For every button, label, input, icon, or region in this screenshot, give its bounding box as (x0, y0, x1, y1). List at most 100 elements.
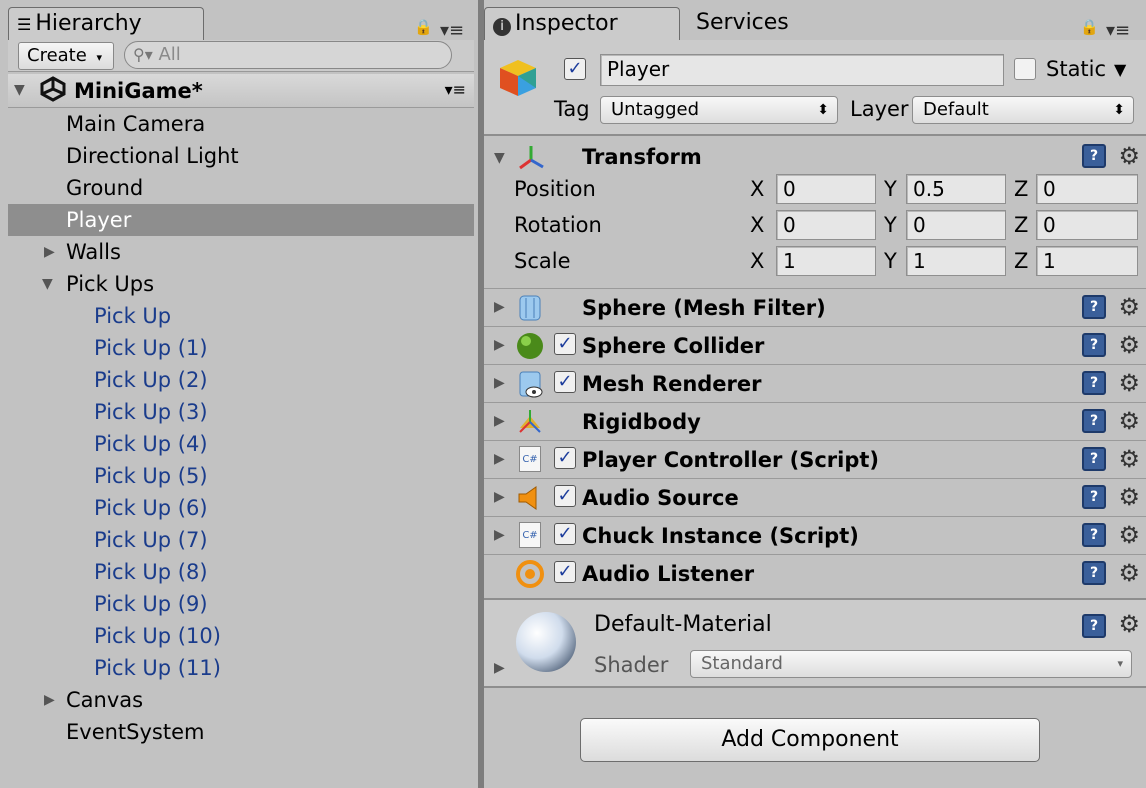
component-player-controller[interactable]: ▶ C# ✓ Player Controller (Script) ? ⚙ (484, 440, 1146, 478)
list-item[interactable]: ▼ Pick Ups (8, 268, 474, 300)
help-icon[interactable]: ? (1082, 144, 1106, 168)
list-item-label: Pick Up (5) (94, 464, 208, 488)
gear-icon[interactable]: ⚙ (1118, 144, 1140, 168)
panel-menu-icon[interactable]: ▾≡ (1106, 20, 1130, 41)
help-icon[interactable]: ? (1082, 409, 1106, 433)
help-icon[interactable]: ? (1082, 295, 1106, 319)
add-component-button[interactable]: Add Component (580, 718, 1040, 762)
scale-x-field[interactable]: 1 (776, 246, 876, 276)
search-placeholder: All (158, 44, 181, 65)
help-icon[interactable]: ? (1082, 333, 1106, 357)
scene-row[interactable]: ▼ MiniGame* ▾≡ (8, 74, 474, 108)
scene-menu-icon[interactable]: ▾≡ (445, 80, 466, 99)
enabled-checkbox[interactable]: ✓ (554, 333, 576, 355)
expand-arrow-icon[interactable]: ▶ (494, 299, 505, 315)
lock-icon[interactable]: 🔒 (1080, 18, 1099, 36)
gear-icon[interactable]: ⚙ (1118, 409, 1140, 433)
expand-arrow-icon[interactable]: ▶ (494, 337, 505, 353)
help-icon[interactable]: ? (1082, 614, 1106, 638)
list-item[interactable]: Pick Up (10) (8, 620, 474, 652)
lock-icon[interactable]: 🔒 (414, 18, 433, 36)
help-icon[interactable]: ? (1082, 371, 1106, 395)
rotation-y-field[interactable]: 0 (906, 210, 1006, 240)
rotation-x-field[interactable]: 0 (776, 210, 876, 240)
active-checkbox[interactable]: ✓ (564, 58, 586, 80)
expand-arrow-icon[interactable]: ▶ (44, 236, 55, 268)
collapse-arrow-icon[interactable]: ▼ (42, 268, 53, 300)
component-rigidbody[interactable]: ▶ Rigidbody ? ⚙ (484, 402, 1146, 440)
help-icon[interactable]: ? (1082, 561, 1106, 585)
component-mesh-filter[interactable]: ▶ Sphere (Mesh Filter) ? ⚙ (484, 288, 1146, 326)
component-audio-source[interactable]: ▶ ✓ Audio Source ? ⚙ (484, 478, 1146, 516)
component-mesh-renderer[interactable]: ▶ ✓ Mesh Renderer ? ⚙ (484, 364, 1146, 402)
list-item[interactable]: Pick Up (7) (8, 524, 474, 556)
gear-icon[interactable]: ⚙ (1118, 295, 1140, 319)
gear-icon[interactable]: ⚙ (1118, 333, 1140, 357)
list-item[interactable]: EventSystem (8, 716, 474, 748)
expand-arrow-icon[interactable]: ▶ (44, 684, 55, 716)
scale-z-field[interactable]: 1 (1036, 246, 1138, 276)
enabled-checkbox[interactable]: ✓ (554, 447, 576, 469)
list-item[interactable]: Pick Up (2) (8, 364, 474, 396)
shader-dropdown[interactable]: Standard ▾ (690, 650, 1132, 678)
static-checkbox[interactable] (1014, 58, 1036, 80)
list-item[interactable]: Pick Up (5) (8, 460, 474, 492)
list-item[interactable]: Pick Up (8, 300, 474, 332)
list-item[interactable]: ▶ Canvas (8, 684, 474, 716)
panel-menu-icon[interactable]: ▾≡ (440, 20, 464, 41)
help-icon[interactable]: ? (1082, 523, 1106, 547)
gear-icon[interactable]: ⚙ (1118, 485, 1140, 509)
position-y-field[interactable]: 0.5 (906, 174, 1006, 204)
expand-arrow-icon[interactable]: ▼ (14, 82, 25, 98)
gear-icon[interactable]: ⚙ (1118, 371, 1140, 395)
component-sphere-collider[interactable]: ▶ ✓ Sphere Collider ? ⚙ (484, 326, 1146, 364)
tab-services[interactable]: Services (688, 7, 818, 41)
help-icon[interactable]: ? (1082, 447, 1106, 471)
enabled-checkbox[interactable]: ✓ (554, 371, 576, 393)
expand-arrow-icon[interactable]: ▶ (494, 375, 505, 391)
rotation-z-field[interactable]: 0 (1036, 210, 1138, 240)
position-x-field[interactable]: 0 (776, 174, 876, 204)
help-icon[interactable]: ? (1082, 485, 1106, 509)
list-item[interactable]: Pick Up (11) (8, 652, 474, 684)
scale-y-field[interactable]: 1 (906, 246, 1006, 276)
position-z-value: 0 (1043, 177, 1056, 201)
component-audio-listener[interactable]: ✓ Audio Listener ? ⚙ (484, 554, 1146, 598)
create-button[interactable]: Create ▾ (18, 42, 114, 70)
static-dropdown-icon[interactable]: ▼ (1114, 60, 1126, 79)
list-item[interactable]: Ground (8, 172, 474, 204)
object-name-field[interactable]: Player (600, 54, 1004, 86)
list-item[interactable]: ▶ Walls (8, 236, 474, 268)
list-item[interactable]: Pick Up (3) (8, 396, 474, 428)
enabled-checkbox[interactable]: ✓ (554, 561, 576, 583)
expand-arrow-icon[interactable]: ▶ (494, 527, 505, 543)
tab-inspector[interactable]: i Inspector (484, 7, 680, 41)
gear-icon[interactable]: ⚙ (1118, 612, 1140, 636)
position-z-field[interactable]: 0 (1036, 174, 1138, 204)
collapse-arrow-icon[interactable]: ▼ (494, 150, 505, 166)
list-item[interactable]: Main Camera (8, 108, 474, 140)
list-item-selected[interactable]: Player (8, 204, 474, 236)
tag-dropdown[interactable]: Untagged ⬍ (600, 96, 838, 124)
gear-icon[interactable]: ⚙ (1118, 523, 1140, 547)
layer-dropdown[interactable]: Default ⬍ (912, 96, 1134, 124)
list-item[interactable]: Pick Up (1) (8, 332, 474, 364)
search-input[interactable]: ⚲▾ All (124, 41, 452, 69)
component-chuck-instance[interactable]: ▶ C# ✓ Chuck Instance (Script) ? ⚙ (484, 516, 1146, 554)
hierarchy-toolbar: Create ▾ ⚲▾ All (8, 40, 474, 72)
expand-arrow-icon[interactable]: ▶ (494, 660, 505, 676)
expand-arrow-icon[interactable]: ▶ (494, 451, 505, 467)
tab-hierarchy[interactable]: ☰ Hierarchy (8, 7, 204, 41)
expand-arrow-icon[interactable]: ▶ (494, 413, 505, 429)
list-item[interactable]: Pick Up (9) (8, 588, 474, 620)
enabled-checkbox[interactable]: ✓ (554, 485, 576, 507)
expand-arrow-icon[interactable]: ▶ (494, 489, 505, 505)
shader-value: Standard (701, 653, 783, 674)
list-item[interactable]: Pick Up (8) (8, 556, 474, 588)
gear-icon[interactable]: ⚙ (1118, 447, 1140, 471)
list-item[interactable]: Pick Up (4) (8, 428, 474, 460)
enabled-checkbox[interactable]: ✓ (554, 523, 576, 545)
list-item[interactable]: Directional Light (8, 140, 474, 172)
gear-icon[interactable]: ⚙ (1118, 561, 1140, 585)
list-item[interactable]: Pick Up (6) (8, 492, 474, 524)
